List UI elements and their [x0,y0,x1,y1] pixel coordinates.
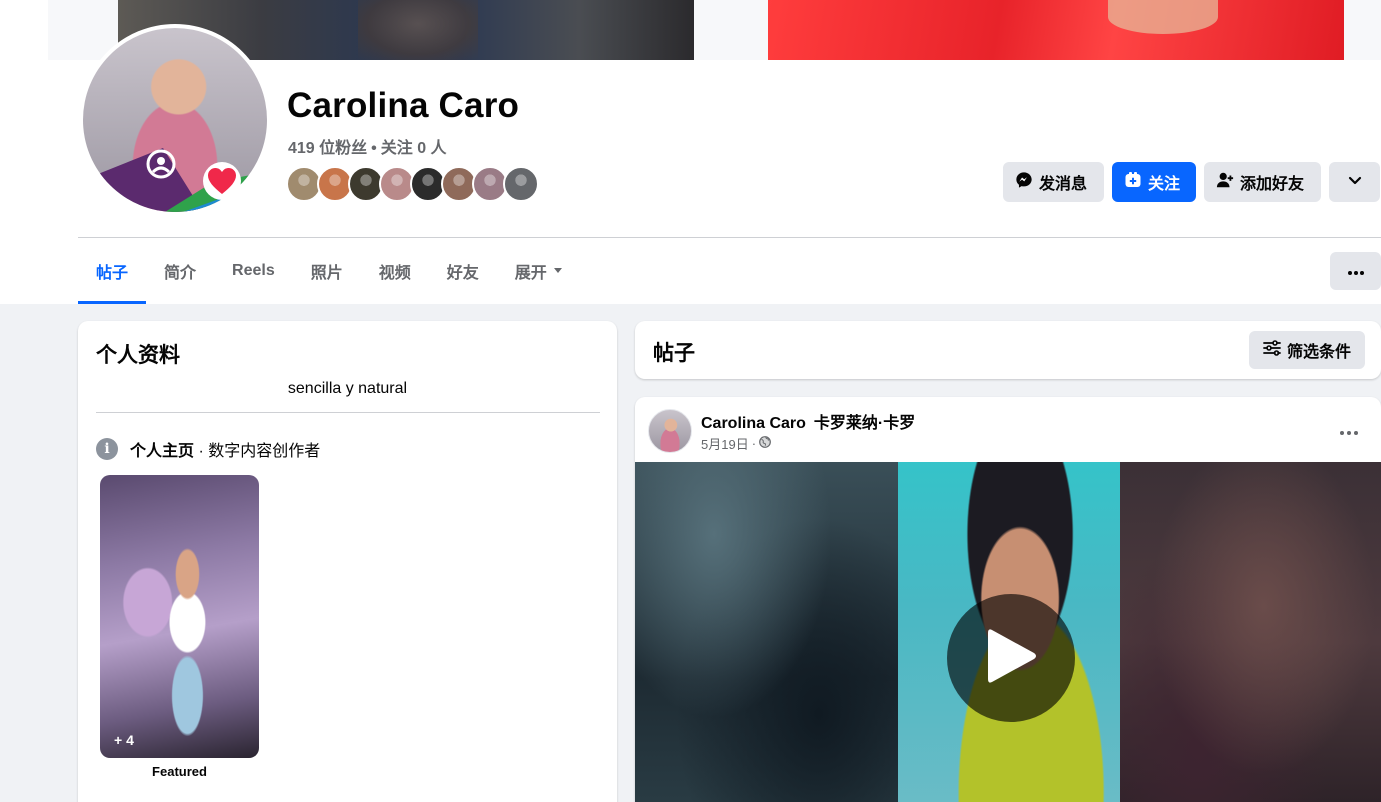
tab-photos[interactable]: 照片 [293,238,361,304]
profile-more-button[interactable] [1329,162,1380,202]
cover-photo[interactable] [48,0,1381,60]
follow-button[interactable]: 关注 [1112,162,1196,202]
intro-card: 个人资料 sencilla y natural i 个人主页 · 数字内容创作者… [78,321,617,802]
tab-about[interactable]: 简介 [146,238,214,304]
play-button[interactable] [947,594,1075,722]
messenger-icon [1015,171,1033,194]
friend-avatar-8[interactable] [503,166,539,202]
message-button[interactable]: 发消息 [1003,162,1104,202]
profile-avatar[interactable] [79,24,271,216]
profile-actions: 发消息 关注 添加好友 [1003,162,1380,202]
friend-avatars [286,166,539,202]
profile-name: Carolina Caro [287,86,520,125]
tab-label: 展开 [514,265,547,282]
video-blur-left [635,462,898,802]
chevron-down-icon [1347,172,1363,193]
tab-videos[interactable]: 视频 [361,238,429,304]
intro-page-text: 个人主页 · 数字内容创作者 [130,437,320,461]
post-date[interactable]: 5月19日 [701,434,749,453]
message-button-label: 发消息 [1039,176,1088,193]
featured-collection[interactable]: + 4 [100,475,259,758]
tab-label: 视频 [378,265,411,282]
post-author[interactable]: Carolina Caro 卡罗莱纳·卡罗 [701,409,915,433]
intro-title: 个人资料 [96,344,180,367]
intro-divider [96,412,600,413]
post-meta: 5月19日 · [701,434,771,453]
stats-separator: • [371,140,377,157]
tab-label: 帖子 [96,265,129,282]
post-video[interactable] [635,462,1381,802]
profile-header: Carolina Caro 419 位粉丝 • 关注 0 人 发消息 关注 添加好友 [0,0,1381,304]
follow-icon [1124,171,1142,194]
post-author-avatar[interactable] [648,409,692,453]
intro-page-item: i 个人主页 · 数字内容创作者 [96,437,320,461]
post-meta-dot: · [751,436,757,451]
post-author-name: Carolina Caro [701,415,806,432]
add-friend-button-label: 添加好友 [1240,176,1305,193]
video-blur-right [1120,462,1381,802]
follow-button-label: 关注 [1148,176,1181,193]
tabs-overflow-button[interactable] [1330,252,1381,290]
cover-photo-right [768,0,1344,60]
tab-label: Reels [232,262,275,279]
intro-page-label: 个人主页 [130,443,195,460]
profile-tabs: 帖子 简介 Reels 照片 视频 好友 展开 [78,238,581,304]
tab-friends[interactable]: 好友 [429,238,497,304]
followers-link[interactable]: 419 位粉丝 [288,140,367,157]
tab-label: 简介 [164,265,197,282]
tab-label: 好友 [446,265,479,282]
tab-more[interactable]: 展开 [497,238,581,304]
posts-header: 帖子 筛选条件 [635,321,1381,379]
tab-posts[interactable]: 帖子 [78,238,147,304]
add-friend-button[interactable]: 添加好友 [1204,162,1321,202]
globe-icon [759,436,771,451]
following-link[interactable]: 关注 0 人 [381,140,447,157]
more-dots-icon [1340,422,1358,440]
tab-reels[interactable]: Reels [214,238,293,304]
intro-page-category: · 数字内容创作者 [194,443,321,460]
post-card: Carolina Caro 卡罗莱纳·卡罗 5月19日 · [635,397,1381,802]
filter-button-label: 筛选条件 [1286,344,1351,361]
play-icon [984,626,1038,691]
filter-icon [1263,339,1281,361]
featured-label: Featured [152,764,207,779]
heart-icon [203,162,241,200]
add-friend-icon [1216,171,1234,194]
tab-label: 照片 [310,265,343,282]
posts-title: 帖子 [653,342,695,365]
caret-down-icon [553,262,563,280]
info-icon: i [96,438,118,460]
filter-button[interactable]: 筛选条件 [1249,331,1365,369]
more-dots-icon [1347,262,1364,280]
featured-count: + 4 [114,732,134,748]
post-options-button[interactable] [1331,413,1367,449]
intro-bio: sencilla y natural [287,380,408,397]
profile-stats: 419 位粉丝 • 关注 0 人 [288,134,447,158]
post-author-alt-name: 卡罗莱纳·卡罗 [813,415,916,432]
